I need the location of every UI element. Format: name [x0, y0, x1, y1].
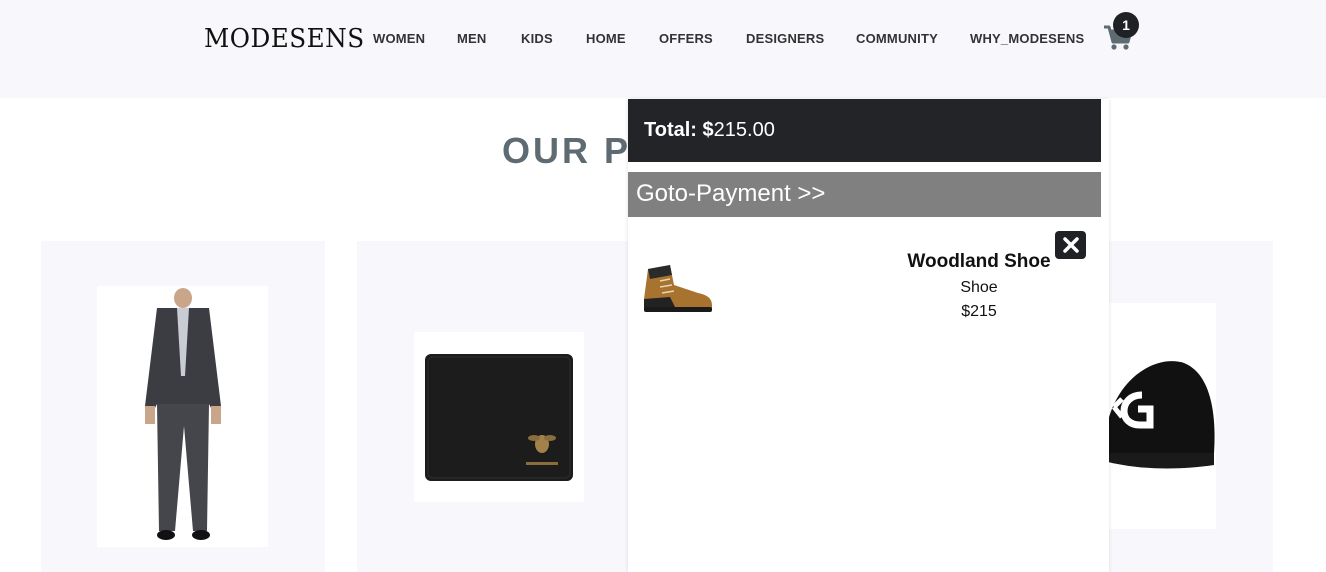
cart-total-bar: Total: $215.00 [628, 99, 1101, 162]
product-card[interactable] [41, 241, 325, 572]
product-image-wallet[interactable] [414, 332, 584, 502]
cart-count-badge: 1 [1113, 12, 1139, 38]
wallet-image [425, 354, 573, 481]
product-image-suit[interactable] [97, 286, 268, 547]
cart-item: Woodland Shoe Shoe $215 [628, 227, 1101, 337]
nav-item-designers[interactable]: DESIGNERS [746, 31, 824, 46]
nav-item-home[interactable]: HOME [586, 31, 626, 46]
section-heading: OUR PI [502, 130, 645, 171]
navbar: MODESENS WOMEN MEN KIDS HOME OFFERS DESI… [0, 0, 1326, 98]
nav-item-offers[interactable]: OFFERS [659, 31, 713, 46]
nav-item-women[interactable]: WOMEN [373, 31, 425, 46]
product-card[interactable] [357, 241, 647, 572]
total-currency: $ [702, 119, 714, 141]
cart-dropdown-panel: Total: $215.00 Goto-Payment >> Woodland … [628, 99, 1109, 572]
total-label: Total: [644, 119, 697, 141]
site-logo[interactable]: MODESENS [204, 24, 365, 54]
nav-item-why-modesens[interactable]: WHY_MODESENS [970, 31, 1084, 46]
shoe-thumbnail-image [644, 265, 712, 312]
close-icon [1062, 237, 1079, 253]
total-value: 215.00 [713, 119, 775, 141]
nav-item-men[interactable]: MEN [457, 31, 487, 46]
cart-item-price: $215 [961, 303, 997, 320]
cart-item-category: Shoe [960, 279, 998, 296]
suit-image [145, 288, 221, 540]
goto-payment-button[interactable]: Goto-Payment >> [628, 172, 1101, 217]
nav-item-kids[interactable]: KIDS [521, 31, 553, 46]
nav-item-community[interactable]: COMMUNITY [856, 31, 938, 46]
remove-item-button[interactable] [1055, 231, 1086, 259]
